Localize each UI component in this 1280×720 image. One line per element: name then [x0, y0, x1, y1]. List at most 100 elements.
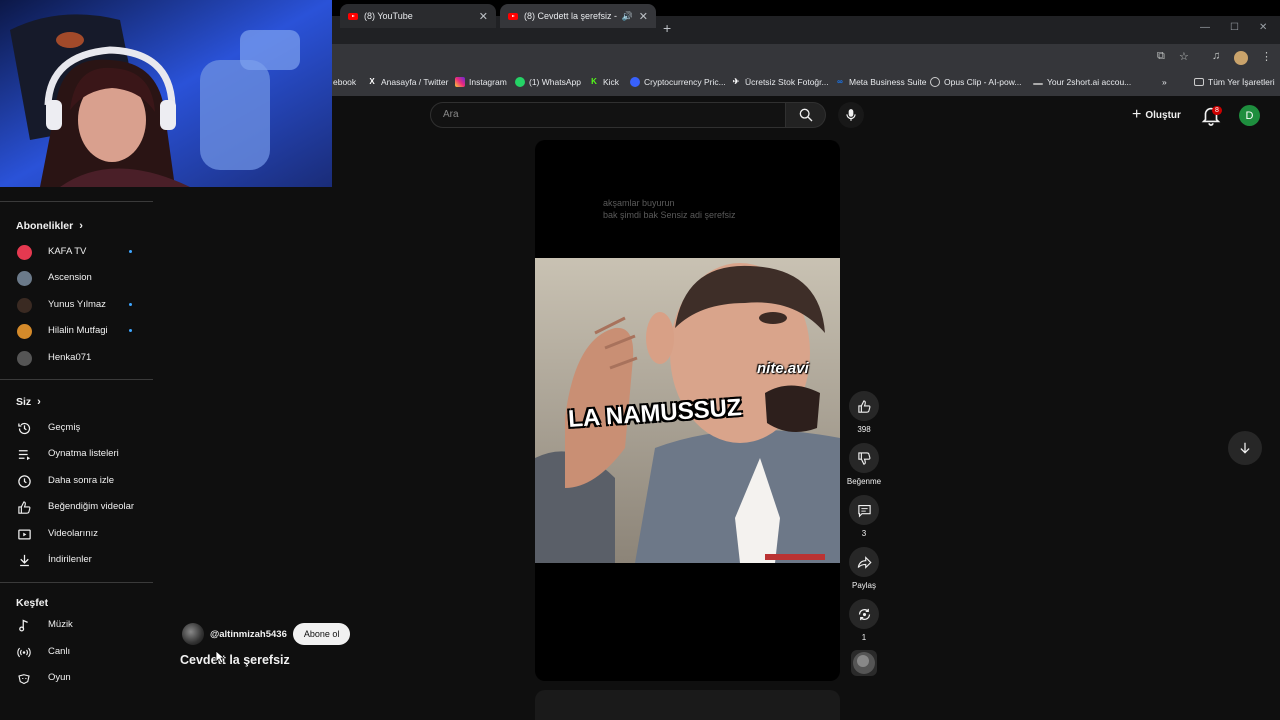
downloads-icon [16, 552, 32, 568]
sidebar-item-history[interactable]: Geçmiş [0, 415, 153, 441]
tab-title: (8) YouTube [364, 11, 413, 21]
sidebar-item-watch-later[interactable]: Daha sonra izle [0, 468, 153, 494]
channel-handle[interactable]: @altinmizah5436 [210, 629, 287, 640]
share-button[interactable] [849, 547, 879, 577]
maximize-icon[interactable]: ☐ [1230, 22, 1239, 33]
channel-avatar [16, 297, 32, 313]
channel-avatar[interactable] [182, 623, 204, 645]
sidebar-item-label: Oynatma listeleri [48, 448, 119, 459]
subscribe-button[interactable]: Abone ol [292, 623, 351, 645]
all-bookmarks-folder[interactable]: Tüm Yer İşaretleri [1194, 77, 1275, 87]
sidebar-item-label: İndirilenler [48, 554, 92, 565]
sidebar-item-label: Henka071 [48, 352, 92, 363]
sidebar-item-henka071[interactable]: Henka071 [0, 345, 153, 371]
menu-dots-icon[interactable]: ⋮ [1261, 50, 1272, 63]
next-short-button[interactable] [1228, 431, 1262, 465]
tab-current-short[interactable]: (8) Cevdett la şerefsiz - You 🔊 ✕ [500, 4, 656, 28]
sidebar-item-label: Oyun [48, 672, 71, 683]
sidebar-item-music[interactable]: Müzik [0, 612, 153, 638]
instagram-icon [455, 77, 465, 87]
sidebar-item-live[interactable]: Canlı [0, 639, 153, 665]
bookmark-kick[interactable]: K Kick [589, 77, 619, 87]
divider [0, 379, 153, 380]
opus-icon [930, 77, 940, 87]
sidebar-item-hilalin-mutfagi[interactable]: Hilalin Mutfagi [0, 318, 153, 344]
bookmark-twitter[interactable]: X Anasayfa / Twitter [367, 77, 448, 87]
sidebar-item-your-videos[interactable]: Videolarınız [0, 521, 153, 547]
speaker-icon[interactable]: 🔊 [622, 11, 633, 22]
close-icon[interactable]: ✕ [479, 10, 488, 23]
bookmark-stock-photo[interactable]: ✈ Ücretsiz Stok Fotoğr... [731, 77, 829, 87]
arrow-down-icon [1240, 442, 1250, 454]
channel-avatar [16, 350, 32, 366]
bookmark-whatsapp[interactable]: (1) WhatsApp [515, 77, 581, 87]
channel-avatar [16, 323, 32, 339]
like-button[interactable] [849, 391, 879, 421]
bookmark-meta[interactable]: ∞ Meta Business Suite [835, 77, 926, 87]
sidebar: Abonelikler › KAFA TV Ascension Yunus Yıl… [0, 187, 153, 720]
line-icon [1033, 83, 1043, 85]
short-title[interactable]: Cevdett la şerefsiz [180, 653, 290, 667]
account-avatar[interactable]: D [1239, 105, 1260, 126]
minimize-icon[interactable]: — [1200, 22, 1210, 33]
thumbs-down-icon [857, 451, 870, 465]
webcam-overlay [0, 0, 332, 187]
bookmarks-overflow-icon[interactable]: » [1162, 77, 1167, 87]
channel-avatar [16, 244, 32, 260]
comments-button[interactable] [849, 495, 879, 525]
sidebar-item-playlists[interactable]: Oynatma listeleri [0, 441, 153, 467]
sidebar-item-label: Geçmiş [48, 422, 81, 433]
close-icon[interactable]: ✕ [639, 10, 648, 23]
sidebar-item-liked-videos[interactable]: Beğendiğim videolar [0, 494, 153, 520]
dislike-button[interactable] [849, 443, 879, 473]
sidebar-item-label: Daha sonra izle [48, 475, 115, 486]
sidebar-item-label: Ascension [48, 272, 92, 283]
photo-icon: ✈ [732, 77, 740, 86]
notification-count-badge: 8 [1212, 106, 1222, 115]
your-videos-icon [16, 526, 32, 542]
share-icon [857, 555, 872, 569]
share-label: Paylaş [851, 581, 876, 590]
comment-icon [857, 504, 871, 517]
install-icon[interactable]: ⧉ [1157, 50, 1165, 63]
sidebar-item-gaming[interactable]: Oyun [0, 665, 153, 691]
new-content-dot [129, 303, 132, 306]
bookmark-instagram[interactable]: Instagram [455, 77, 507, 87]
new-content-dot [129, 329, 132, 332]
chevron-right-icon: › [79, 220, 83, 232]
sidebar-item-label: Müzik [48, 619, 73, 630]
next-short-preview[interactable] [535, 690, 840, 720]
remix-button[interactable] [849, 599, 879, 629]
tab-youtube[interactable]: (8) YouTube ✕ [340, 4, 496, 28]
voice-search-button[interactable] [838, 102, 864, 128]
profile-avatar[interactable] [1234, 51, 1248, 65]
new-tab-button[interactable]: + [663, 20, 671, 36]
bookmark-crypto[interactable]: Cryptocurrency Pric... [630, 77, 726, 87]
bookmark-facebook[interactable]: ebook [333, 77, 356, 87]
streamer-camera-image [0, 0, 332, 187]
subscriptions-heading[interactable]: Abonelikler › [16, 220, 83, 232]
you-heading[interactable]: Siz › [16, 396, 41, 408]
video-caption: akşamlar buyurun bak şimdi bak Sensiz ad… [603, 198, 736, 220]
search-placeholder: Ara [443, 109, 459, 120]
sidebar-item-downloads[interactable]: İndirilenler [0, 547, 153, 573]
divider [0, 582, 153, 583]
search-button[interactable] [786, 102, 826, 128]
sidebar-item-kafa-tv[interactable]: KAFA TV [0, 239, 153, 265]
sidebar-item-label: KAFA TV [48, 246, 87, 257]
explore-heading: Keşfet [16, 597, 49, 609]
window-close-icon[interactable]: ✕ [1259, 22, 1267, 33]
create-button[interactable]: + Oluştur [1126, 104, 1187, 126]
remix-count: 1 [861, 633, 867, 642]
bookmark-star-icon[interactable]: ☆ [1179, 50, 1189, 63]
sidebar-item-ascension[interactable]: Ascension [0, 265, 153, 291]
folder-icon [1194, 78, 1204, 86]
bookmark-opus-clip[interactable]: Opus Clip - AI-pow... [930, 77, 1021, 87]
media-control-icon[interactable]: ♫ [1212, 50, 1220, 62]
sidebar-item-label: Canlı [48, 646, 71, 657]
search-input[interactable]: Ara [430, 102, 786, 128]
whatsapp-icon [515, 77, 525, 87]
bookmark-2short[interactable]: Your 2short.ai accou... [1033, 77, 1131, 87]
sidebar-item-yunus-yilmaz[interactable]: Yunus Yılmaz [0, 292, 153, 318]
sound-thumbnail[interactable] [851, 650, 877, 676]
